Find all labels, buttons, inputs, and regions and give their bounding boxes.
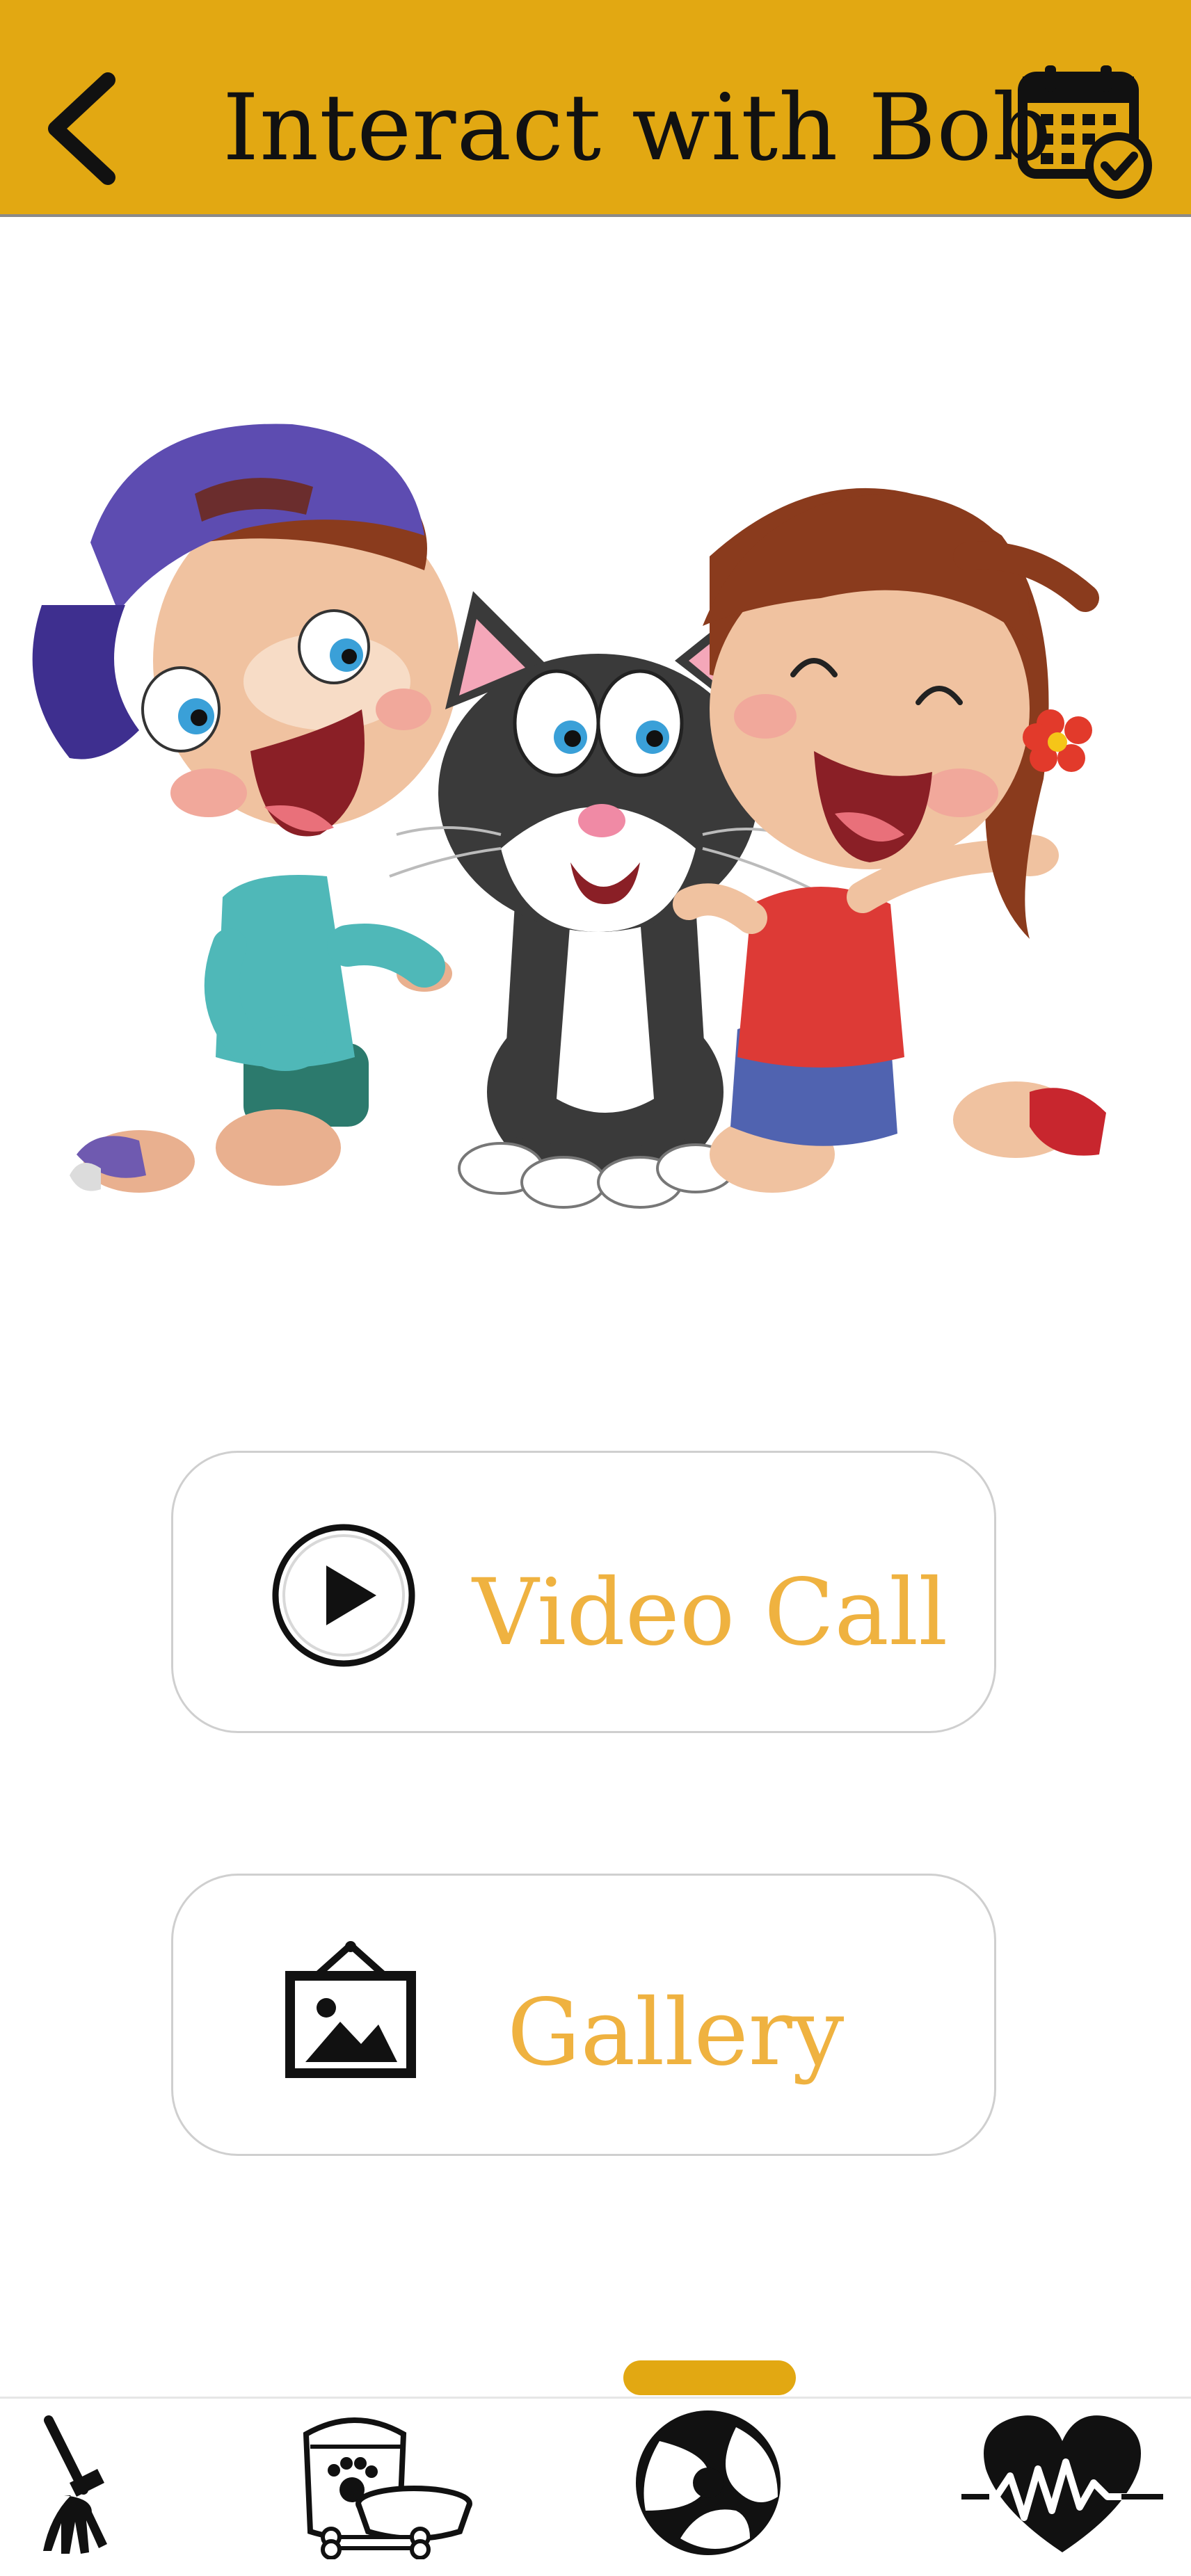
girl-figure xyxy=(673,488,1106,1193)
nav-item-play[interactable] xyxy=(632,2406,785,2576)
framed-picture-icon xyxy=(278,1940,424,2086)
page-title: Interact with Bob xyxy=(223,74,1053,182)
nav-item-food[interactable] xyxy=(292,2406,473,2576)
pet-food-icon xyxy=(303,2417,472,2560)
back-button[interactable] xyxy=(42,70,125,188)
app-header: Interact with Bob xyxy=(0,0,1191,217)
calendar-check-icon xyxy=(1018,65,1152,199)
video-call-button[interactable]: Video Call xyxy=(171,1451,996,1733)
broom-icon xyxy=(43,2415,107,2554)
heartbeat-icon xyxy=(961,2415,1163,2552)
video-call-label: Video Call xyxy=(472,1559,948,1666)
active-tab-indicator xyxy=(623,2360,796,2395)
nav-divider xyxy=(0,2397,1191,2399)
nav-item-health[interactable] xyxy=(961,2406,1163,2576)
schedule-button[interactable] xyxy=(1014,61,1160,200)
boy-figure xyxy=(32,424,459,1193)
gallery-label: Gallery xyxy=(507,1979,845,2086)
kids-with-cat-illustration xyxy=(14,417,1169,1210)
ball-icon xyxy=(636,2410,781,2555)
chevron-left-icon xyxy=(48,72,115,185)
gallery-button[interactable]: Gallery xyxy=(171,1874,996,2156)
nav-item-cleaning[interactable] xyxy=(28,2406,139,2576)
play-circle-icon xyxy=(271,1522,417,1668)
